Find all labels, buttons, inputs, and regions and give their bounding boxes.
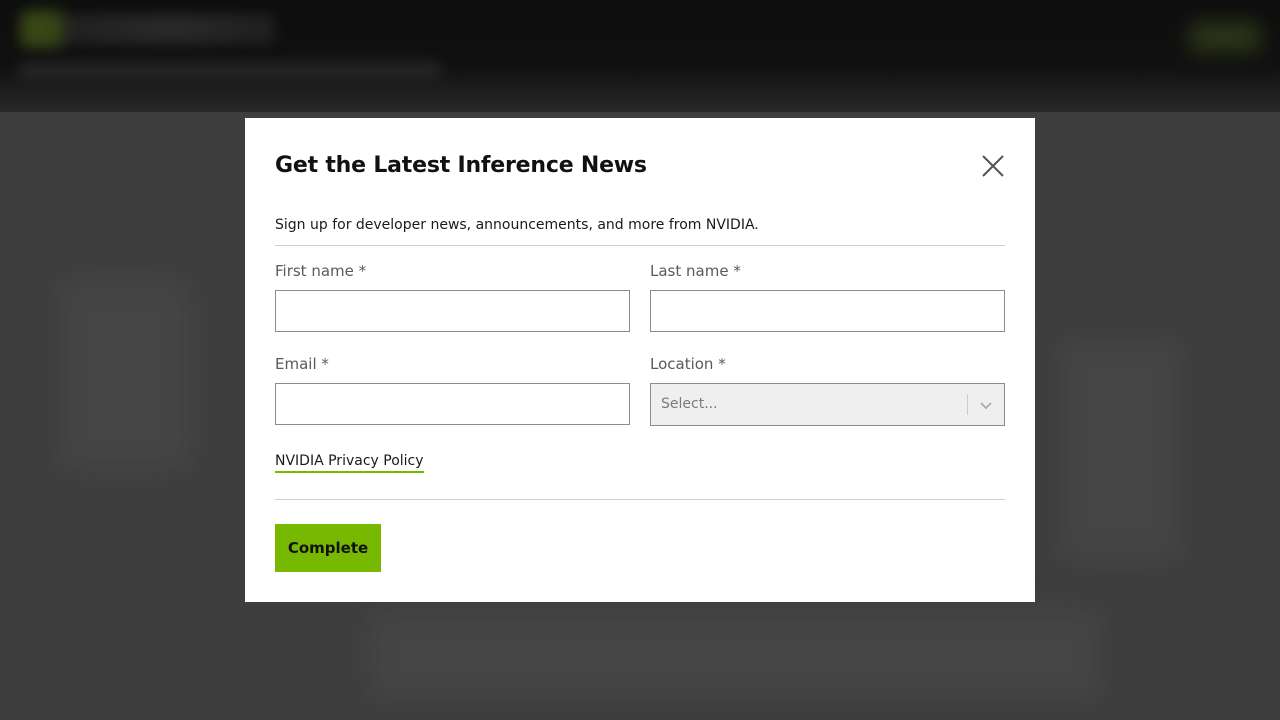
- close-icon: [982, 155, 1004, 177]
- complete-button[interactable]: Complete: [275, 524, 381, 572]
- last-name-field[interactable]: [650, 290, 1005, 332]
- modal-title: Get the Latest Inference News: [275, 153, 647, 178]
- location-select-value: Select...: [661, 396, 718, 412]
- last-name-label: Last name *: [650, 262, 741, 280]
- chevron-down-icon[interactable]: [978, 397, 994, 413]
- first-name-field[interactable]: [275, 290, 630, 332]
- footer-divider: [275, 499, 1005, 500]
- email-field[interactable]: [275, 383, 630, 425]
- location-select[interactable]: Select...: [650, 383, 1005, 426]
- modal-subtitle: Sign up for developer news, announcement…: [275, 217, 759, 233]
- header-divider: [275, 245, 1005, 246]
- email-label: Email *: [275, 355, 329, 373]
- page: Get the Latest Inference News Sign up fo…: [0, 0, 1280, 720]
- signup-modal: Get the Latest Inference News Sign up fo…: [245, 118, 1035, 602]
- close-button[interactable]: [979, 152, 1007, 180]
- select-separator: [967, 394, 968, 415]
- privacy-policy-link[interactable]: NVIDIA Privacy Policy: [275, 452, 424, 473]
- location-label: Location *: [650, 355, 726, 373]
- first-name-label: First name *: [275, 262, 367, 280]
